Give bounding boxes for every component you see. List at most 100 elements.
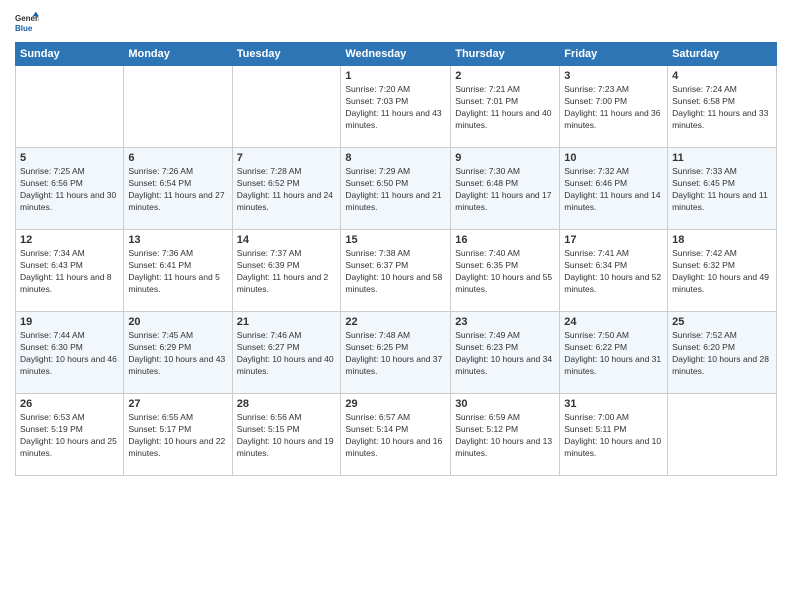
day-number: 2	[455, 70, 555, 82]
day-info: Sunrise: 7:46 AMSunset: 6:27 PMDaylight:…	[237, 330, 337, 378]
day-number: 9	[455, 152, 555, 164]
calendar-cell: 25 Sunrise: 7:52 AMSunset: 6:20 PMDayligh…	[668, 312, 777, 394]
day-info: Sunrise: 7:24 AMSunset: 6:58 PMDaylight:…	[672, 84, 772, 132]
calendar-table: SundayMondayTuesdayWednesdayThursdayFrid…	[15, 42, 777, 476]
day-info: Sunrise: 6:53 AMSunset: 5:19 PMDaylight:…	[20, 412, 119, 460]
calendar-cell: 7 Sunrise: 7:28 AMSunset: 6:52 PMDaylight…	[232, 148, 341, 230]
calendar-week-5: 26 Sunrise: 6:53 AMSunset: 5:19 PMDayligh…	[16, 394, 777, 476]
day-number: 6	[128, 152, 227, 164]
day-info: Sunrise: 6:59 AMSunset: 5:12 PMDaylight:…	[455, 412, 555, 460]
calendar-cell	[668, 394, 777, 476]
col-header-tuesday: Tuesday	[232, 43, 341, 66]
day-number: 19	[20, 316, 119, 328]
day-number: 3	[564, 70, 663, 82]
day-info: Sunrise: 7:34 AMSunset: 6:43 PMDaylight:…	[20, 248, 119, 296]
day-number: 29	[345, 398, 446, 410]
day-info: Sunrise: 7:36 AMSunset: 6:41 PMDaylight:…	[128, 248, 227, 296]
calendar-cell: 29Sunrise: 6:57 AMSunset: 5:14 PMDayligh…	[341, 394, 451, 476]
day-info: Sunrise: 7:49 AMSunset: 6:23 PMDaylight:…	[455, 330, 555, 378]
logo: General Blue	[15, 10, 43, 34]
calendar-cell: 8Sunrise: 7:29 AMSunset: 6:50 PMDaylight…	[341, 148, 451, 230]
day-info: Sunrise: 7:00 AMSunset: 5:11 PMDaylight:…	[564, 412, 663, 460]
calendar-week-2: 5 Sunrise: 7:25 AMSunset: 6:56 PMDaylight…	[16, 148, 777, 230]
day-info: Sunrise: 7:20 AMSunset: 7:03 PMDaylight:…	[345, 84, 446, 132]
col-header-monday: Monday	[124, 43, 232, 66]
calendar-week-1: 1 Sunrise: 7:20 AMSunset: 7:03 PMDaylight…	[16, 66, 777, 148]
day-info: Sunrise: 7:21 AMSunset: 7:01 PMDaylight:…	[455, 84, 555, 132]
day-info: Sunrise: 7:48 AMSunset: 6:25 PMDaylight:…	[345, 330, 446, 378]
day-number: 1	[345, 70, 446, 82]
day-info: Sunrise: 7:45 AMSunset: 6:29 PMDaylight:…	[128, 330, 227, 378]
day-info: Sunrise: 7:25 AMSunset: 6:56 PMDaylight:…	[20, 166, 119, 214]
day-number: 27	[128, 398, 227, 410]
day-number: 20	[128, 316, 227, 328]
logo-icon: General Blue	[15, 10, 39, 34]
col-header-friday: Friday	[560, 43, 668, 66]
day-info: Sunrise: 7:44 AMSunset: 6:30 PMDaylight:…	[20, 330, 119, 378]
calendar-cell: 19 Sunrise: 7:44 AMSunset: 6:30 PMDayligh…	[16, 312, 124, 394]
day-info: Sunrise: 7:23 AMSunset: 7:00 PMDaylight:…	[564, 84, 663, 132]
day-number: 30	[455, 398, 555, 410]
day-number: 28	[237, 398, 337, 410]
col-header-saturday: Saturday	[668, 43, 777, 66]
day-number: 10	[564, 152, 663, 164]
calendar-cell: 9Sunrise: 7:30 AMSunset: 6:48 PMDaylight…	[451, 148, 560, 230]
calendar-cell: 12 Sunrise: 7:34 AMSunset: 6:43 PMDayligh…	[16, 230, 124, 312]
calendar-cell: 6Sunrise: 7:26 AMSunset: 6:54 PMDaylight…	[124, 148, 232, 230]
header: General Blue	[15, 10, 777, 34]
calendar-cell: 14 Sunrise: 7:37 AMSunset: 6:39 PMDayligh…	[232, 230, 341, 312]
calendar-cell: 27 Sunrise: 6:55 AMSunset: 5:17 PMDayligh…	[124, 394, 232, 476]
calendar-cell: 20 Sunrise: 7:45 AMSunset: 6:29 PMDayligh…	[124, 312, 232, 394]
calendar-week-3: 12 Sunrise: 7:34 AMSunset: 6:43 PMDayligh…	[16, 230, 777, 312]
day-info: Sunrise: 6:55 AMSunset: 5:17 PMDaylight:…	[128, 412, 227, 460]
day-number: 24	[564, 316, 663, 328]
calendar-header-row: SundayMondayTuesdayWednesdayThursdayFrid…	[16, 43, 777, 66]
day-info: Sunrise: 7:50 AMSunset: 6:22 PMDaylight:…	[564, 330, 663, 378]
col-header-thursday: Thursday	[451, 43, 560, 66]
calendar-cell: 30 Sunrise: 6:59 AMSunset: 5:12 PMDayligh…	[451, 394, 560, 476]
calendar-cell: 13 Sunrise: 7:36 AMSunset: 6:41 PMDayligh…	[124, 230, 232, 312]
calendar-cell: 1 Sunrise: 7:20 AMSunset: 7:03 PMDaylight…	[341, 66, 451, 148]
day-number: 12	[20, 234, 119, 246]
calendar-cell: 2 Sunrise: 7:21 AMSunset: 7:01 PMDaylight…	[451, 66, 560, 148]
day-number: 15	[345, 234, 446, 246]
calendar-container: General Blue SundayMondayTuesdayWednesda…	[0, 0, 792, 612]
day-number: 11	[672, 152, 772, 164]
calendar-cell	[232, 66, 341, 148]
col-header-wednesday: Wednesday	[341, 43, 451, 66]
calendar-cell: 26 Sunrise: 6:53 AMSunset: 5:19 PMDayligh…	[16, 394, 124, 476]
calendar-cell: 24 Sunrise: 7:50 AMSunset: 6:22 PMDayligh…	[560, 312, 668, 394]
day-number: 26	[20, 398, 119, 410]
calendar-cell	[124, 66, 232, 148]
calendar-cell	[16, 66, 124, 148]
day-info: Sunrise: 6:56 AMSunset: 5:15 PMDaylight:…	[237, 412, 337, 460]
calendar-cell: 11Sunrise: 7:33 AMSunset: 6:45 PMDayligh…	[668, 148, 777, 230]
day-number: 14	[237, 234, 337, 246]
calendar-cell: 15Sunrise: 7:38 AMSunset: 6:37 PMDayligh…	[341, 230, 451, 312]
day-number: 5	[20, 152, 119, 164]
calendar-cell: 3 Sunrise: 7:23 AMSunset: 7:00 PMDaylight…	[560, 66, 668, 148]
day-info: Sunrise: 7:52 AMSunset: 6:20 PMDaylight:…	[672, 330, 772, 378]
calendar-week-4: 19 Sunrise: 7:44 AMSunset: 6:30 PMDayligh…	[16, 312, 777, 394]
calendar-cell: 4Sunrise: 7:24 AMSunset: 6:58 PMDaylight…	[668, 66, 777, 148]
day-info: Sunrise: 7:41 AMSunset: 6:34 PMDaylight:…	[564, 248, 663, 296]
col-header-sunday: Sunday	[16, 43, 124, 66]
day-number: 25	[672, 316, 772, 328]
day-info: Sunrise: 7:29 AMSunset: 6:50 PMDaylight:…	[345, 166, 446, 214]
calendar-cell: 21 Sunrise: 7:46 AMSunset: 6:27 PMDayligh…	[232, 312, 341, 394]
day-info: Sunrise: 7:28 AMSunset: 6:52 PMDaylight:…	[237, 166, 337, 214]
day-info: Sunrise: 7:40 AMSunset: 6:35 PMDaylight:…	[455, 248, 555, 296]
day-number: 21	[237, 316, 337, 328]
day-number: 22	[345, 316, 446, 328]
day-number: 17	[564, 234, 663, 246]
calendar-cell: 22 Sunrise: 7:48 AMSunset: 6:25 PMDayligh…	[341, 312, 451, 394]
calendar-cell: 17 Sunrise: 7:41 AMSunset: 6:34 PMDayligh…	[560, 230, 668, 312]
day-number: 13	[128, 234, 227, 246]
svg-text:Blue: Blue	[15, 24, 33, 33]
day-number: 23	[455, 316, 555, 328]
day-number: 7	[237, 152, 337, 164]
calendar-cell: 5 Sunrise: 7:25 AMSunset: 6:56 PMDaylight…	[16, 148, 124, 230]
calendar-cell: 23 Sunrise: 7:49 AMSunset: 6:23 PMDayligh…	[451, 312, 560, 394]
day-info: Sunrise: 7:37 AMSunset: 6:39 PMDaylight:…	[237, 248, 337, 296]
calendar-cell: 16Sunrise: 7:40 AMSunset: 6:35 PMDayligh…	[451, 230, 560, 312]
